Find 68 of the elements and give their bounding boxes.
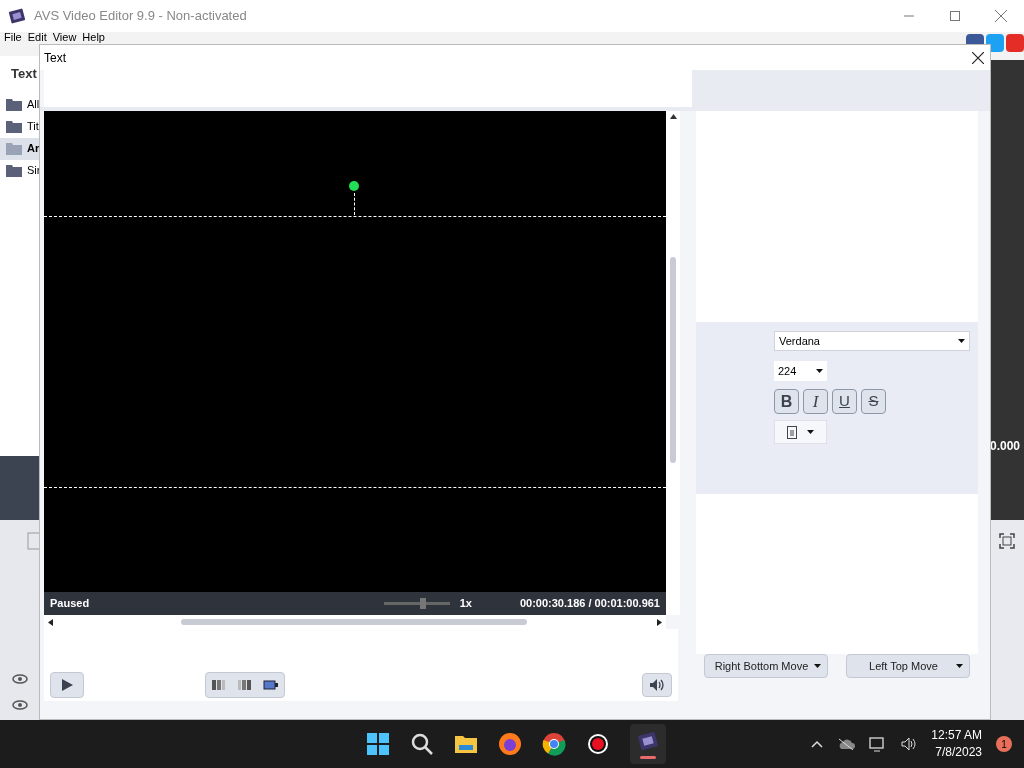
category-item[interactable]: Tit: [0, 115, 40, 138]
notification-badge[interactable]: 1: [996, 736, 1012, 752]
dialog-title: Text: [44, 49, 66, 67]
font-dropdown[interactable]: Verdana: [774, 331, 970, 351]
search-icon[interactable]: [410, 732, 434, 756]
align-icon: [787, 425, 797, 439]
clock-time[interactable]: 12:57 AM: [931, 727, 982, 744]
move-dropdown-button[interactable]: Left Top Move: [846, 654, 970, 678]
caret-icon: [814, 664, 821, 668]
clock-date[interactable]: 7/8/2023: [935, 744, 982, 761]
category-item[interactable]: Sir: [0, 159, 40, 182]
italic-button[interactable]: I: [803, 389, 828, 414]
window-title: AVS Video Editor 9.9 - Non-activated: [34, 7, 247, 26]
scroll-left-icon[interactable]: [48, 618, 53, 626]
menu-item[interactable]: File: [4, 31, 22, 43]
volume-button[interactable]: [642, 673, 672, 697]
menu-item[interactable]: View: [52, 31, 77, 43]
close-icon: [995, 10, 1007, 22]
panel-title: Text: [10, 65, 38, 83]
clip-icon: [263, 680, 279, 690]
menu-item[interactable]: Help: [82, 31, 105, 43]
record-icon[interactable]: [586, 732, 610, 756]
eye-icon[interactable]: [12, 700, 28, 710]
size-dropdown[interactable]: 224: [774, 361, 827, 381]
menu-item[interactable]: Edit: [27, 31, 47, 43]
scroll-up-icon[interactable]: [669, 114, 677, 119]
mark-out-icon: [238, 680, 252, 690]
caret-icon: [958, 339, 965, 343]
category-item[interactable]: All: [0, 93, 40, 116]
time-label: 0.000: [990, 438, 1022, 455]
move-dropdown-button[interactable]: Right Bottom Move: [704, 654, 828, 678]
fullscreen-icon[interactable]: [999, 533, 1015, 549]
slider-thumb[interactable]: [419, 598, 426, 609]
scroll-right-icon[interactable]: [657, 618, 662, 626]
chevron-up-icon[interactable]: [811, 740, 824, 748]
speaker-icon: [649, 678, 665, 692]
caret-icon: [956, 664, 963, 668]
align-dropdown[interactable]: [774, 420, 827, 444]
browser-icon[interactable]: [498, 732, 522, 756]
folder-icon: [6, 164, 22, 177]
eye-icon[interactable]: [12, 674, 28, 684]
bold-button[interactable]: B: [774, 389, 799, 414]
video-icon[interactable]: [1006, 34, 1024, 52]
underline-button[interactable]: U: [832, 389, 857, 414]
horizontal-scrollbar[interactable]: [44, 615, 666, 629]
play-button[interactable]: [50, 672, 84, 698]
status-text: Paused: [50, 596, 90, 612]
play-icon: [60, 678, 74, 692]
folder-icon: [6, 142, 22, 155]
caret-icon: [816, 369, 823, 373]
folder-icon: [6, 120, 22, 133]
time-counter: 00:00:30.186 / 00:01:00.961: [519, 596, 660, 612]
category-item[interactable]: Ar: [0, 137, 40, 160]
folder-icon: [6, 98, 22, 111]
rotation-handle[interactable]: [349, 181, 359, 191]
browser-icon[interactable]: [542, 732, 566, 756]
speed-label: 1x: [459, 596, 472, 612]
mark-in-icon: [212, 680, 226, 690]
speaker-icon[interactable]: [901, 737, 918, 751]
start-icon[interactable]: [366, 732, 390, 756]
scrollbar[interactable]: [666, 111, 680, 615]
strike-button[interactable]: S: [861, 389, 886, 414]
caret-icon: [807, 430, 814, 434]
maximize-icon: [950, 11, 960, 21]
taskbar-app-button[interactable]: [630, 724, 666, 764]
timeline-panel: [0, 456, 40, 520]
close-icon[interactable]: [972, 51, 984, 64]
cloud-icon[interactable]: [837, 738, 856, 750]
